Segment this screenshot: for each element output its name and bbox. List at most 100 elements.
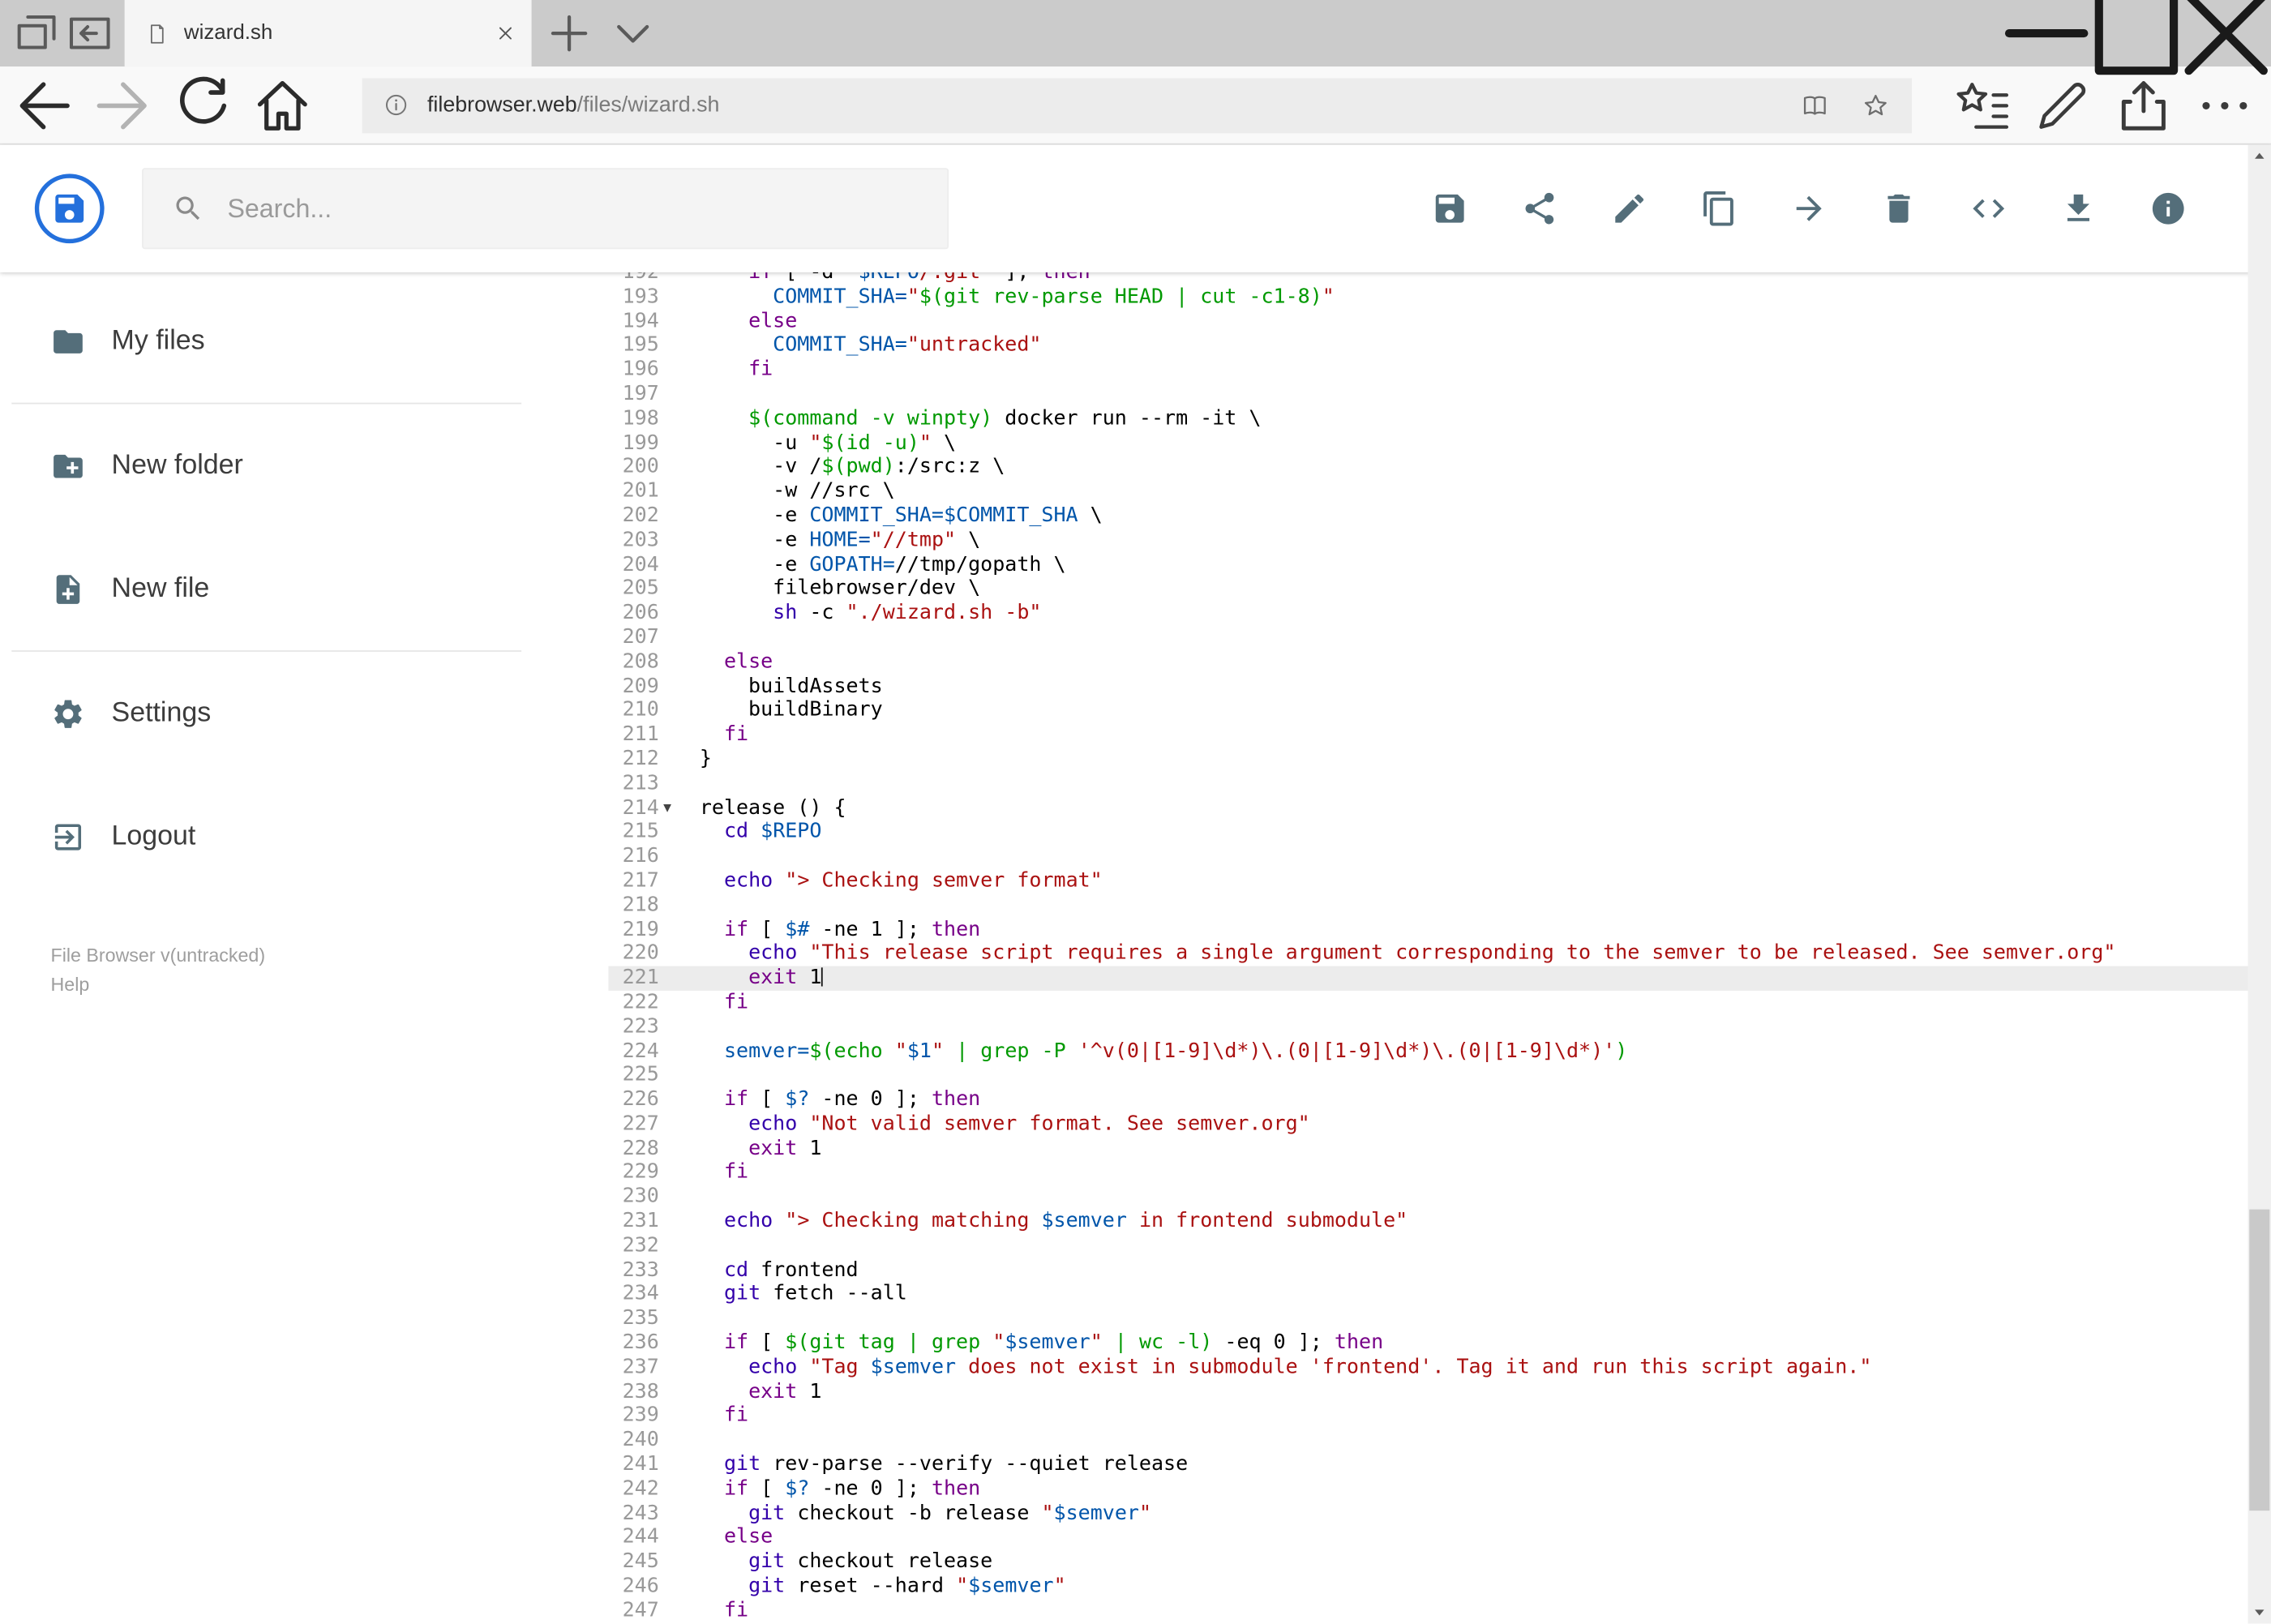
code-line[interactable]: 245 git checkout release bbox=[608, 1550, 2247, 1575]
code-text[interactable]: -u "$(id -u)" \ bbox=[700, 431, 2248, 456]
line-number[interactable]: 221 bbox=[608, 966, 659, 991]
line-number[interactable]: 225 bbox=[608, 1064, 659, 1088]
sidebar-item-my-files[interactable]: My files bbox=[0, 280, 608, 403]
code-line[interactable]: 201 -w //src \ bbox=[608, 480, 2247, 504]
line-number[interactable]: 211 bbox=[608, 723, 659, 748]
code-line[interactable]: 228 exit 1 bbox=[608, 1137, 2247, 1161]
search-box[interactable] bbox=[142, 168, 949, 250]
code-text[interactable]: if [ $# -ne 1 ]; then bbox=[700, 918, 2248, 942]
copy-button[interactable] bbox=[1700, 190, 1738, 227]
search-input[interactable] bbox=[224, 191, 919, 225]
reading-view-icon[interactable] bbox=[1799, 89, 1831, 121]
code-editor[interactable]: 192 if [ -d "$REPO/.git" ]; then 193 COMM… bbox=[608, 272, 2248, 1624]
sidebar-item-new-folder[interactable]: New folder bbox=[0, 404, 608, 527]
code-text[interactable] bbox=[700, 1234, 2248, 1258]
code-line[interactable]: 200 -v /$(pwd):/src:z \ bbox=[608, 456, 2247, 480]
code-line[interactable]: 227 echo "Not valid semver format. See s… bbox=[608, 1112, 2247, 1137]
code-line[interactable]: 214 ▾ release () { bbox=[608, 796, 2247, 821]
line-number[interactable]: 245 bbox=[608, 1550, 659, 1575]
line-number[interactable]: 231 bbox=[608, 1210, 659, 1234]
forward-button[interactable] bbox=[92, 73, 156, 137]
favorite-star-icon[interactable] bbox=[1860, 89, 1892, 121]
code-line[interactable]: 202 -e COMMIT_SHA=$COMMIT_SHA \ bbox=[608, 504, 2247, 529]
code-line[interactable]: 242 if [ $? -ne 0 ]; then bbox=[608, 1477, 2247, 1502]
line-number[interactable]: 212 bbox=[608, 748, 659, 772]
line-number[interactable]: 224 bbox=[608, 1039, 659, 1064]
code-line[interactable]: 226 if [ $? -ne 0 ]; then bbox=[608, 1088, 2247, 1112]
code-text[interactable]: else bbox=[700, 650, 2248, 675]
code-text[interactable]: release () { bbox=[700, 796, 2248, 821]
code-line[interactable]: 216 bbox=[608, 845, 2247, 869]
code-line[interactable]: 220 echo "This release script requires a… bbox=[608, 942, 2247, 966]
code-line[interactable]: 198 $(command -v winpty) docker run --rm… bbox=[608, 407, 2247, 431]
line-number[interactable]: 227 bbox=[608, 1112, 659, 1137]
code-text[interactable]: git checkout -b release "$semver" bbox=[700, 1502, 2248, 1526]
line-number[interactable]: 219 bbox=[608, 918, 659, 942]
line-number[interactable]: 195 bbox=[608, 334, 659, 358]
code-line[interactable]: 211 fi bbox=[608, 723, 2247, 748]
code-text[interactable]: -w //src \ bbox=[700, 480, 2248, 504]
code-line[interactable]: 194 else bbox=[608, 310, 2247, 334]
code-text[interactable]: -e HOME="//tmp" \ bbox=[700, 529, 2248, 553]
code-line[interactable]: 230 bbox=[608, 1185, 2247, 1210]
back-button[interactable] bbox=[11, 73, 75, 137]
delete-button[interactable] bbox=[1880, 190, 1917, 227]
address-bar[interactable]: filebrowser.web/files/wizard.sh bbox=[362, 77, 1913, 133]
line-number[interactable]: 197 bbox=[608, 383, 659, 407]
code-line[interactable]: 236 if [ $(git tag | grep "$semver" | wc… bbox=[608, 1331, 2247, 1356]
code-line[interactable]: 192 if [ -d "$REPO/.git" ]; then bbox=[608, 272, 2247, 285]
code-line[interactable]: 193 COMMIT_SHA="$(git rev-parse HEAD | c… bbox=[608, 285, 2247, 310]
line-number[interactable]: 233 bbox=[608, 1258, 659, 1283]
line-number[interactable]: 238 bbox=[608, 1380, 659, 1404]
code-text[interactable]: else bbox=[700, 310, 2248, 334]
code-text[interactable]: filebrowser/dev \ bbox=[700, 577, 2248, 602]
sidebar-item-settings[interactable]: Settings bbox=[0, 652, 608, 775]
info-button[interactable] bbox=[2149, 190, 2187, 227]
code-line[interactable]: 197 bbox=[608, 383, 2247, 407]
tabs-set-aside-icon[interactable] bbox=[11, 0, 63, 66]
tab-close-icon[interactable] bbox=[494, 22, 517, 45]
code-line[interactable]: 219 if [ $# -ne 1 ]; then bbox=[608, 918, 2247, 942]
code-text[interactable] bbox=[700, 845, 2248, 869]
share-button[interactable] bbox=[1521, 190, 1558, 227]
code-text[interactable]: echo "Not valid semver format. See semve… bbox=[700, 1112, 2248, 1137]
web-note-button[interactable] bbox=[2031, 73, 2095, 137]
code-text[interactable]: git reset --hard "$semver" bbox=[700, 1575, 2248, 1599]
new-tab-button[interactable] bbox=[543, 0, 595, 66]
code-text[interactable]: cd $REPO bbox=[700, 821, 2248, 845]
code-line[interactable]: 212} bbox=[608, 748, 2247, 772]
line-number[interactable]: 247 bbox=[608, 1599, 659, 1623]
code-text[interactable]: COMMIT_SHA="untracked" bbox=[700, 334, 2248, 358]
code-text[interactable] bbox=[700, 626, 2248, 650]
line-number[interactable]: 230 bbox=[608, 1185, 659, 1210]
code-line[interactable]: 241 git rev-parse --verify --quiet relea… bbox=[608, 1453, 2247, 1477]
code-line[interactable]: 221 exit 1 bbox=[608, 966, 2248, 991]
code-line[interactable]: 203 -e HOME="//tmp" \ bbox=[608, 529, 2247, 553]
line-number[interactable]: 229 bbox=[608, 1161, 659, 1185]
code-text[interactable] bbox=[700, 1429, 2248, 1453]
code-text[interactable]: exit 1 bbox=[700, 966, 2248, 991]
code-line[interactable]: 225 bbox=[608, 1064, 2247, 1088]
line-number[interactable]: 192 bbox=[608, 272, 659, 285]
code-line[interactable]: 244 else bbox=[608, 1526, 2247, 1550]
site-info-icon[interactable] bbox=[383, 92, 410, 119]
code-line[interactable]: 234 git fetch --all bbox=[608, 1283, 2247, 1307]
code-text[interactable]: sh -c "./wizard.sh -b" bbox=[700, 602, 2248, 626]
code-line[interactable]: 199 -u "$(id -u)" \ bbox=[608, 431, 2247, 456]
code-line[interactable]: 223 bbox=[608, 1015, 2247, 1039]
more-options-button[interactable] bbox=[2193, 73, 2257, 137]
code-text[interactable]: exit 1 bbox=[700, 1137, 2248, 1161]
line-number[interactable]: 210 bbox=[608, 699, 659, 723]
code-text[interactable]: } bbox=[700, 748, 2248, 772]
code-line[interactable]: 224 semver=$(echo "$1" | grep -P '^v(0|[… bbox=[608, 1039, 2247, 1064]
line-number[interactable]: 236 bbox=[608, 1331, 659, 1356]
code-line[interactable]: 217 echo "> Checking semver format" bbox=[608, 869, 2247, 893]
code-text[interactable]: fi bbox=[700, 1404, 2248, 1429]
page-scrollbar[interactable] bbox=[2247, 144, 2271, 1624]
code-text[interactable]: cd frontend bbox=[700, 1258, 2248, 1283]
code-line[interactable]: 208 else bbox=[608, 650, 2247, 675]
line-number[interactable]: 220 bbox=[608, 942, 659, 966]
code-text[interactable]: echo "> Checking matching $semver in fro… bbox=[700, 1210, 2248, 1234]
window-minimize-button[interactable] bbox=[2002, 0, 2092, 66]
code-line[interactable]: 235 bbox=[608, 1307, 2247, 1331]
